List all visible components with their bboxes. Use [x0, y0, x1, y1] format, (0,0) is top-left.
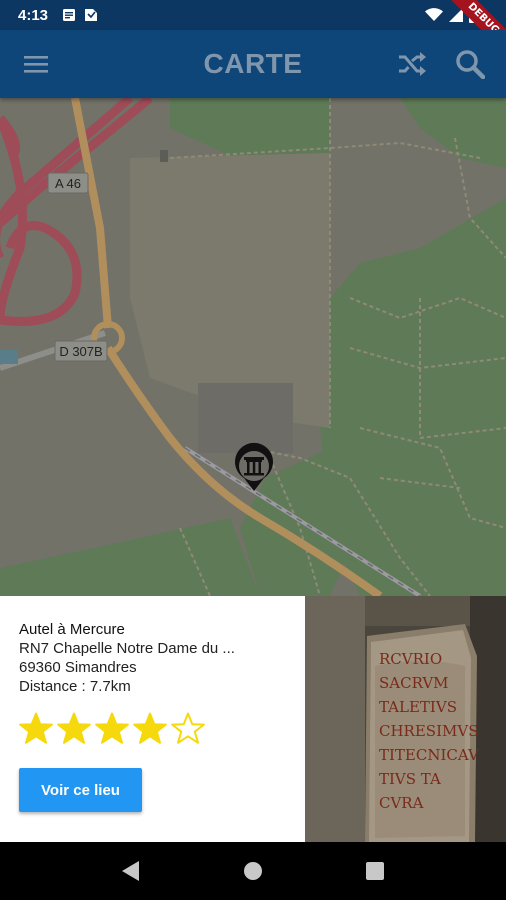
star-filled-icon[interactable]	[133, 712, 167, 746]
notification-app-icon	[85, 9, 98, 21]
recents-button[interactable]	[361, 857, 389, 885]
app-bar: CARTE	[0, 30, 506, 98]
highway-a46	[0, 98, 153, 326]
altar-stone-image: RCVRIO SACRVM TALETIVS CHRESIMVS TITECNICAV T…	[305, 596, 506, 842]
inscription-line: TIVS TA	[379, 770, 441, 788]
place-address-line1: RN7 Chapelle Notre Dame du ...	[19, 640, 235, 657]
status-time: 4:13	[18, 6, 49, 24]
road-label-d307b: D 307B	[54, 340, 108, 362]
star-filled-icon[interactable]	[19, 712, 53, 746]
menu-icon	[24, 56, 48, 73]
place-address-line2: 69360 Simandres	[19, 659, 137, 676]
water	[0, 350, 18, 364]
recents-icon	[366, 862, 384, 880]
search-button[interactable]	[454, 48, 486, 80]
shuffle-icon	[399, 52, 426, 76]
forest-area	[0, 518, 260, 596]
road-label-a46-text: A 46	[55, 176, 81, 191]
place-photo: RCVRIO SACRVM TALETIVS CHRESIMVS TITECNICAV T…	[305, 596, 506, 842]
star-filled-icon[interactable]	[57, 712, 91, 746]
road-label-a46: A 46	[47, 172, 89, 194]
star-empty-icon[interactable]	[171, 712, 205, 746]
place-info: Autel à Mercure RN7 Chapelle Notre Dame …	[0, 596, 305, 842]
building-area	[198, 383, 293, 453]
map-canvas: A 46 D 307B	[0, 98, 506, 596]
home-icon	[244, 862, 262, 880]
inscription-line: TALETIVS	[379, 698, 457, 716]
visit-place-button[interactable]: Voir ce lieu	[19, 768, 142, 812]
rating-stars	[19, 712, 287, 746]
home-button[interactable]	[239, 857, 267, 885]
place-distance: Distance : 7.7km	[19, 678, 131, 695]
search-icon	[456, 50, 485, 79]
shuffle-button[interactable]	[396, 48, 428, 80]
back-button[interactable]	[117, 857, 145, 885]
system-nav-bar	[0, 842, 506, 900]
back-icon	[122, 861, 139, 881]
building	[160, 150, 168, 162]
notification-doc-icon	[63, 9, 76, 21]
star-filled-icon[interactable]	[95, 712, 129, 746]
inscription-line: CVRA	[379, 794, 424, 812]
wifi-icon	[425, 8, 443, 21]
road-label-d307b-text: D 307B	[59, 344, 102, 359]
inscription-line: SACRVM	[379, 674, 449, 692]
inscription-line: CHRESIMVS	[379, 722, 478, 740]
map-view[interactable]: A 46 D 307B	[0, 98, 506, 596]
forest-area	[400, 98, 506, 168]
place-card: Autel à Mercure RN7 Chapelle Notre Dame …	[0, 596, 506, 842]
inscription-line: TITECNICAV	[379, 746, 480, 764]
place-name: Autel à Mercure	[19, 621, 125, 638]
status-bar: 4:13 DEBUG	[0, 0, 506, 65]
inscription-line: RCVRIO	[379, 650, 442, 668]
menu-button[interactable]	[20, 48, 52, 80]
